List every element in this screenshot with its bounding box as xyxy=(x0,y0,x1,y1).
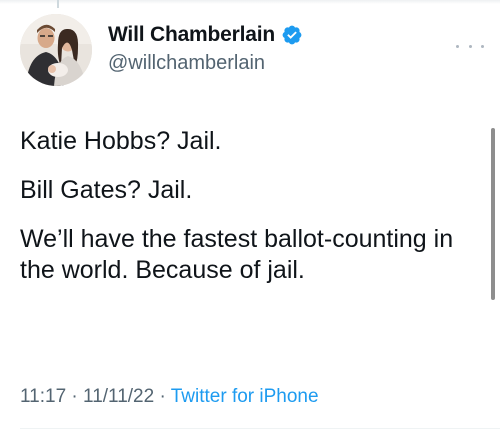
tweet-line: Bill Gates? Jail. xyxy=(20,176,193,204)
tweet-text: Katie Hobbs? Jail. Bill Gates? Jail. We’… xyxy=(20,126,485,304)
author-names: Will Chamberlain @willchamberlain xyxy=(108,22,303,75)
tweet: Will Chamberlain @willchamberlain Katie … xyxy=(0,0,500,434)
meta-separator: · xyxy=(159,386,171,407)
tweet-source-link[interactable]: Twitter for iPhone xyxy=(171,386,319,407)
tweet-date[interactable]: 11/11/22 xyxy=(83,386,154,407)
tweet-line: Katie Hobbs? Jail. xyxy=(20,127,222,155)
more-options-button[interactable] xyxy=(456,38,484,54)
meta-separator: · xyxy=(71,386,84,407)
scrollbar-thumb[interactable] xyxy=(491,128,495,300)
author-handle[interactable]: @willchamberlain xyxy=(108,52,303,75)
tweet-time[interactable]: 11:17 xyxy=(20,386,66,407)
display-name[interactable]: Will Chamberlain xyxy=(108,23,275,47)
tweet-line: We’ll have the fastest ballot-counting i… xyxy=(20,225,454,284)
more-dots-icon xyxy=(481,44,484,48)
more-dots-icon xyxy=(456,44,459,48)
verified-badge-icon xyxy=(281,24,303,46)
profile-photo-couple-icon xyxy=(20,14,92,86)
more-dots-icon xyxy=(468,44,472,48)
avatar[interactable] xyxy=(20,14,92,86)
display-name-row: Will Chamberlain xyxy=(108,22,303,48)
tweet-header: Will Chamberlain @willchamberlain xyxy=(20,14,490,94)
tweet-meta: 11:17 · 11/11/22 · Twitter for iPhone xyxy=(20,386,319,408)
divider xyxy=(20,428,500,429)
